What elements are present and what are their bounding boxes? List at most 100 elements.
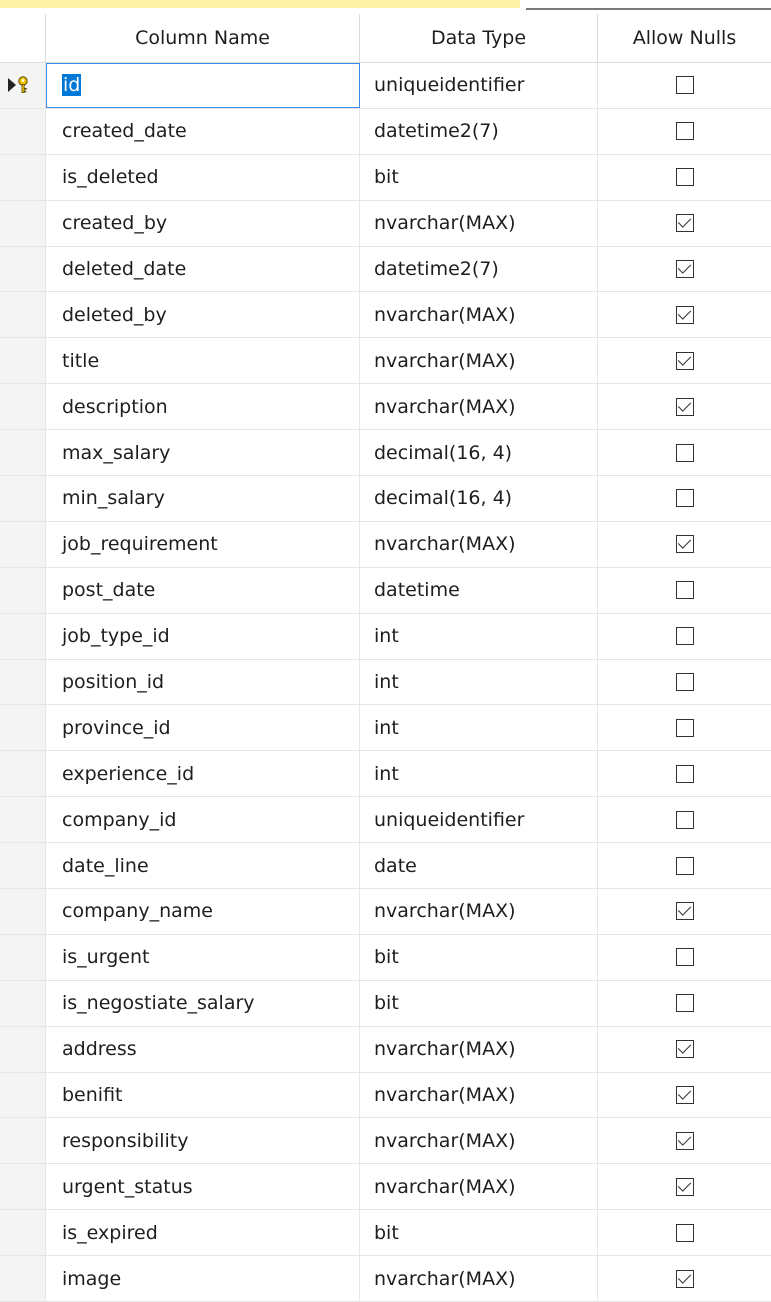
allow-nulls-checkbox[interactable] bbox=[675, 168, 694, 187]
table-row[interactable]: is_negostiate_salary bit bbox=[0, 980, 771, 1027]
data-type-cell[interactable]: nvarchar(MAX) bbox=[360, 200, 598, 246]
column-name-cell[interactable]: urgent_status bbox=[46, 1164, 360, 1210]
row-selector[interactable] bbox=[0, 430, 46, 476]
data-type-cell[interactable]: bit bbox=[360, 1210, 598, 1256]
row-selector[interactable] bbox=[0, 200, 46, 246]
data-type-cell[interactable]: uniqueidentifier bbox=[360, 797, 598, 843]
table-row[interactable]: company_id uniqueidentifier bbox=[0, 797, 771, 844]
row-selector[interactable] bbox=[0, 1210, 46, 1256]
table-row[interactable]: description nvarchar(MAX) bbox=[0, 384, 771, 431]
table-row[interactable]: deleted_date datetime2(7) bbox=[0, 246, 771, 293]
table-row[interactable]: company_name nvarchar(MAX) bbox=[0, 889, 771, 935]
data-type-header[interactable]: Data Type bbox=[360, 14, 598, 62]
allow-nulls-checkbox[interactable] bbox=[675, 1040, 694, 1059]
data-type-cell[interactable]: decimal(16, 4) bbox=[360, 476, 598, 521]
table-row[interactable]: position_id int bbox=[0, 659, 771, 706]
row-selector[interactable] bbox=[0, 292, 46, 338]
data-type-cell[interactable]: decimal(16, 4) bbox=[360, 430, 598, 476]
allow-nulls-checkbox[interactable] bbox=[675, 1086, 694, 1105]
row-selector[interactable] bbox=[0, 108, 46, 154]
table-row[interactable]: created_date datetime2(7) bbox=[0, 108, 771, 155]
column-name-cell[interactable]: job_type_id bbox=[46, 613, 360, 659]
allow-nulls-checkbox[interactable] bbox=[675, 1177, 694, 1196]
column-name-cell[interactable]: title bbox=[46, 338, 360, 384]
allow-nulls-checkbox[interactable] bbox=[675, 260, 694, 278]
data-type-cell[interactable]: nvarchar(MAX) bbox=[360, 521, 598, 567]
allow-nulls-checkbox[interactable] bbox=[675, 948, 694, 967]
data-type-cell[interactable]: int bbox=[360, 659, 598, 705]
row-selector[interactable] bbox=[0, 246, 46, 292]
allow-nulls-checkbox[interactable] bbox=[675, 627, 694, 646]
column-name-header[interactable]: Column Name bbox=[46, 14, 360, 62]
data-type-cell[interactable]: bit bbox=[360, 154, 598, 200]
table-row[interactable]: is_expired bit bbox=[0, 1210, 771, 1257]
table-row[interactable]: max_salary decimal(16, 4) bbox=[0, 430, 771, 477]
data-type-cell[interactable]: datetime bbox=[360, 567, 598, 613]
data-type-cell[interactable]: datetime2(7) bbox=[360, 108, 598, 154]
row-selector[interactable] bbox=[0, 934, 46, 980]
column-name-cell[interactable]: is_negostiate_salary bbox=[46, 980, 360, 1026]
allow-nulls-checkbox[interactable] bbox=[675, 76, 694, 95]
table-row[interactable]: job_requirement nvarchar(MAX) bbox=[0, 521, 771, 568]
allow-nulls-checkbox[interactable] bbox=[675, 305, 694, 324]
column-name-cell[interactable]: deleted_date bbox=[46, 246, 360, 292]
row-selector[interactable] bbox=[0, 63, 46, 108]
row-selector[interactable] bbox=[0, 659, 46, 705]
allow-nulls-checkbox[interactable] bbox=[675, 581, 694, 600]
row-selector[interactable] bbox=[0, 1026, 46, 1072]
column-name-cell[interactable]: created_date bbox=[46, 108, 360, 154]
data-type-cell[interactable]: uniqueidentifier bbox=[360, 63, 598, 108]
data-type-cell[interactable]: datetime2(7) bbox=[360, 246, 598, 292]
allow-nulls-header[interactable]: Allow Nulls bbox=[598, 14, 771, 62]
column-name-cell[interactable]: deleted_by bbox=[46, 292, 360, 338]
allow-nulls-checkbox[interactable] bbox=[675, 1131, 694, 1150]
column-name-cell[interactable]: position_id bbox=[46, 659, 360, 705]
column-name-cell[interactable]: max_salary bbox=[46, 430, 360, 476]
column-name-cell[interactable]: id bbox=[46, 63, 360, 108]
column-name-cell[interactable]: province_id bbox=[46, 705, 360, 751]
table-row[interactable]: experience_id int bbox=[0, 751, 771, 798]
table-row[interactable]: responsibility nvarchar(MAX) bbox=[0, 1118, 771, 1165]
row-selector[interactable] bbox=[0, 338, 46, 384]
data-type-cell[interactable]: nvarchar(MAX) bbox=[360, 292, 598, 338]
table-row[interactable]: title nvarchar(MAX) bbox=[0, 338, 771, 385]
data-type-cell[interactable]: nvarchar(MAX) bbox=[360, 384, 598, 430]
table-row[interactable]: urgent_status nvarchar(MAX) bbox=[0, 1164, 771, 1211]
table-row[interactable]: province_id int bbox=[0, 705, 771, 752]
column-name-cell[interactable]: experience_id bbox=[46, 751, 360, 797]
data-type-cell[interactable]: nvarchar(MAX) bbox=[360, 1026, 598, 1072]
column-name-cell[interactable]: is_urgent bbox=[46, 934, 360, 980]
allow-nulls-checkbox[interactable] bbox=[675, 397, 694, 416]
table-row[interactable]: job_type_id int bbox=[0, 613, 771, 660]
column-name-cell[interactable]: created_by bbox=[46, 200, 360, 246]
allow-nulls-checkbox[interactable] bbox=[675, 902, 694, 921]
allow-nulls-checkbox[interactable] bbox=[675, 856, 694, 875]
data-type-cell[interactable]: date bbox=[360, 843, 598, 889]
column-name-cell[interactable]: address bbox=[46, 1026, 360, 1072]
allow-nulls-checkbox[interactable] bbox=[675, 810, 694, 829]
data-type-cell[interactable]: bit bbox=[360, 980, 598, 1026]
column-name-cell[interactable]: description bbox=[46, 384, 360, 430]
table-row[interactable]: benifit nvarchar(MAX) bbox=[0, 1072, 771, 1119]
table-row[interactable]: image nvarchar(MAX) bbox=[0, 1256, 771, 1302]
row-selector[interactable] bbox=[0, 843, 46, 889]
allow-nulls-checkbox[interactable] bbox=[675, 1269, 694, 1288]
column-name-cell[interactable]: company_id bbox=[46, 797, 360, 843]
column-name-cell[interactable]: post_date bbox=[46, 567, 360, 613]
allow-nulls-checkbox[interactable] bbox=[675, 1223, 694, 1242]
table-row[interactable]: min_salary decimal(16, 4) bbox=[0, 476, 771, 522]
table-row[interactable]: id uniqueidentifier bbox=[0, 63, 771, 109]
table-row[interactable]: post_date datetime bbox=[0, 567, 771, 614]
row-selector[interactable] bbox=[0, 751, 46, 797]
column-name-cell[interactable]: min_salary bbox=[46, 476, 360, 521]
allow-nulls-checkbox[interactable] bbox=[675, 443, 694, 462]
row-selector[interactable] bbox=[0, 1256, 46, 1302]
data-type-cell[interactable]: nvarchar(MAX) bbox=[360, 1072, 598, 1118]
data-type-cell[interactable]: nvarchar(MAX) bbox=[360, 1256, 598, 1302]
table-row[interactable]: created_by nvarchar(MAX) bbox=[0, 200, 771, 247]
row-selector[interactable] bbox=[0, 1072, 46, 1118]
column-name-cell[interactable]: responsibility bbox=[46, 1118, 360, 1164]
data-type-cell[interactable]: int bbox=[360, 613, 598, 659]
row-selector-header[interactable] bbox=[0, 14, 46, 62]
table-row[interactable]: is_urgent bit bbox=[0, 934, 771, 981]
